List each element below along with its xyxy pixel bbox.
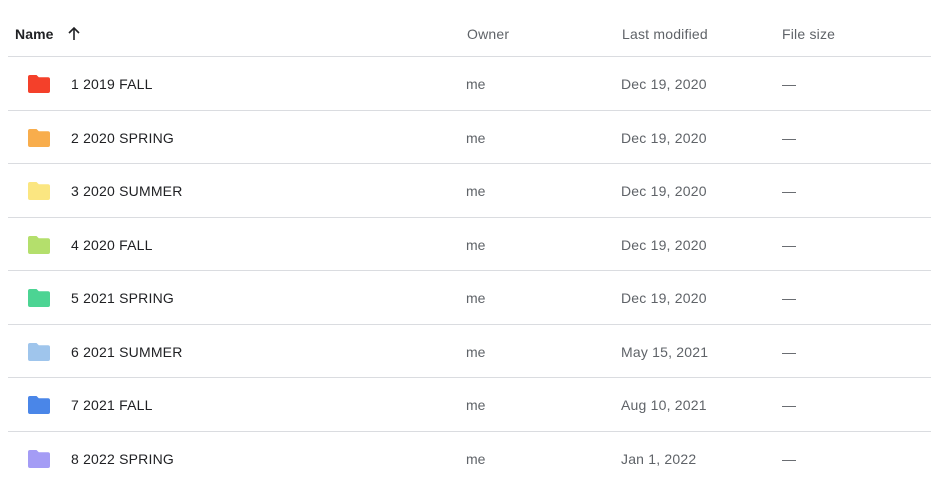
file-owner: me	[466, 183, 486, 199]
owner-column-header[interactable]: Owner	[467, 26, 509, 42]
file-owner: me	[466, 450, 486, 467]
folder-icon	[28, 449, 50, 468]
file-name: 8 2022 SPRING	[71, 450, 174, 467]
file-last-modified: Aug 10, 2021	[621, 397, 707, 413]
table-row[interactable]: 3 2020 SUMMER me Dec 19, 2020 —	[8, 164, 931, 218]
table-row[interactable]: 4 2020 FALL me Dec 19, 2020 —	[8, 218, 931, 271]
file-last-modified: Dec 19, 2020	[621, 76, 707, 92]
file-name: 5 2021 SPRING	[71, 290, 174, 306]
table-row[interactable]: 2 2020 SPRING me Dec 19, 2020 —	[8, 111, 931, 164]
folder-icon	[28, 128, 50, 147]
file-last-modified: Jan 1, 2022	[621, 450, 697, 467]
folder-icon	[28, 396, 50, 414]
file-name: 3 2020 SUMMER	[71, 183, 183, 199]
folder-icon	[28, 182, 50, 200]
file-last-modified: Dec 19, 2020	[621, 129, 707, 146]
name-column-header[interactable]: Name	[15, 26, 82, 42]
file-name: 7 2021 FALL	[71, 397, 153, 413]
file-last-modified: May 15, 2021	[621, 343, 709, 360]
table-row[interactable]: 1 2019 FALL me Dec 19, 2020 —	[8, 57, 931, 111]
folder-icon	[28, 235, 50, 254]
file-owner: me	[466, 290, 486, 306]
file-size: —	[782, 129, 796, 146]
table-row[interactable]: 5 2021 SPRING me Dec 19, 2020 —	[8, 271, 931, 325]
file-name: 1 2019 FALL	[71, 76, 153, 92]
file-owner: me	[466, 129, 486, 146]
table-row[interactable]: 6 2021 SUMMER me May 15, 2021 —	[8, 325, 931, 378]
folder-icon	[28, 289, 50, 307]
file-size: —	[782, 290, 796, 306]
file-name: 4 2020 FALL	[71, 236, 153, 253]
file-size-column-header[interactable]: File size	[782, 26, 835, 42]
folder-icon	[28, 75, 50, 93]
file-size: —	[782, 343, 796, 360]
file-owner: me	[466, 236, 486, 253]
file-owner: me	[466, 397, 486, 413]
file-last-modified: Dec 19, 2020	[621, 183, 707, 199]
file-owner: me	[466, 343, 486, 360]
last-modified-column-header[interactable]: Last modified	[622, 26, 708, 42]
file-size: —	[782, 450, 796, 467]
file-name: 6 2021 SUMMER	[71, 343, 183, 360]
file-name: 2 2020 SPRING	[71, 129, 174, 146]
table-row[interactable]: 8 2022 SPRING me Jan 1, 2022 —	[8, 432, 931, 480]
file-size: —	[782, 397, 796, 413]
name-column-label: Name	[15, 26, 54, 42]
list-header: Name Owner Last modified File size	[8, 0, 931, 57]
table-row[interactable]: 7 2021 FALL me Aug 10, 2021 —	[8, 378, 931, 432]
file-rows: 1 2019 FALL me Dec 19, 2020 — 2 2020 SPR…	[8, 57, 931, 480]
folder-icon	[28, 342, 50, 361]
file-list: Name Owner Last modified File size 1 201…	[8, 0, 931, 480]
file-size: —	[782, 183, 796, 199]
file-size: —	[782, 76, 796, 92]
file-last-modified: Dec 19, 2020	[621, 290, 707, 306]
file-size: —	[782, 236, 796, 253]
file-last-modified: Dec 19, 2020	[621, 236, 707, 253]
file-owner: me	[466, 76, 486, 92]
arrow-up-icon[interactable]	[66, 26, 82, 42]
